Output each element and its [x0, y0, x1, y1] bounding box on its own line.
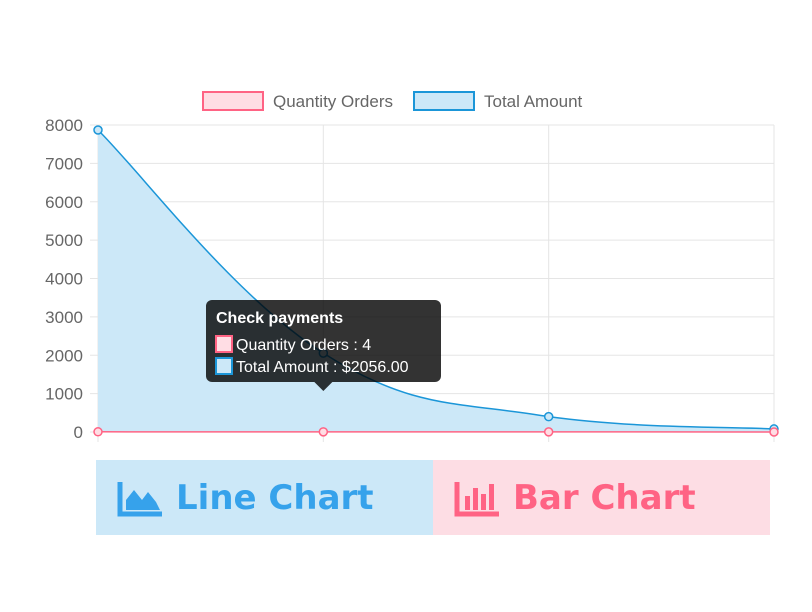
data-point — [769, 427, 779, 437]
data-point — [543, 411, 554, 422]
data-point — [93, 427, 103, 437]
y-tick-label: 4000 — [45, 270, 83, 289]
tooltip-line: Total Amount : $2056.00 — [236, 359, 409, 376]
y-tick-label: 5000 — [45, 231, 83, 250]
line-chart: 0 1000 2000 3000 4000 5000 6000 7000 8000 Quanti… — [45, 91, 779, 442]
area-chart-icon — [117, 481, 162, 516]
bar-chart-icon — [454, 481, 499, 516]
bar-chart-button-label: Bar Chart — [513, 477, 696, 518]
chart-widget: 0 1000 2000 3000 4000 5000 6000 7000 8000 Quanti… — [0, 0, 812, 612]
data-point — [93, 125, 103, 135]
y-tick-label: 3000 — [45, 308, 83, 327]
y-tick-label: 8000 — [45, 116, 83, 135]
y-tick-label: 0 — [74, 423, 83, 442]
bar-chart-button[interactable]: Bar Chart — [433, 460, 770, 535]
y-tick-label: 7000 — [45, 154, 83, 173]
legend[interactable]: Quantity Orders Total Amount — [202, 91, 583, 111]
tooltip-title: Check payments — [216, 310, 343, 327]
line-chart-button-label: Line Chart — [176, 477, 374, 518]
series-layer — [93, 125, 779, 437]
tooltip-swatch — [215, 335, 233, 353]
y-tick-label: 1000 — [45, 385, 83, 404]
data-point — [543, 427, 554, 437]
data-point — [318, 427, 329, 437]
y-axis-ticks: 0 1000 2000 3000 4000 5000 6000 7000 8000 — [45, 116, 83, 442]
legend-label[interactable]: Total Amount — [484, 92, 583, 111]
y-tick-label: 6000 — [45, 193, 83, 212]
legend-swatch — [202, 91, 264, 111]
tooltip: Check payments Quantity Orders : 4 Total A… — [206, 300, 441, 391]
y-tick-label: 2000 — [45, 346, 83, 365]
series-area — [98, 129, 774, 432]
tooltip-line: Quantity Orders : 4 — [236, 337, 371, 354]
tooltip-swatch — [215, 357, 233, 375]
legend-label[interactable]: Quantity Orders — [273, 92, 393, 111]
legend-swatch — [413, 91, 475, 111]
line-chart-button[interactable]: Line Chart — [96, 460, 433, 535]
